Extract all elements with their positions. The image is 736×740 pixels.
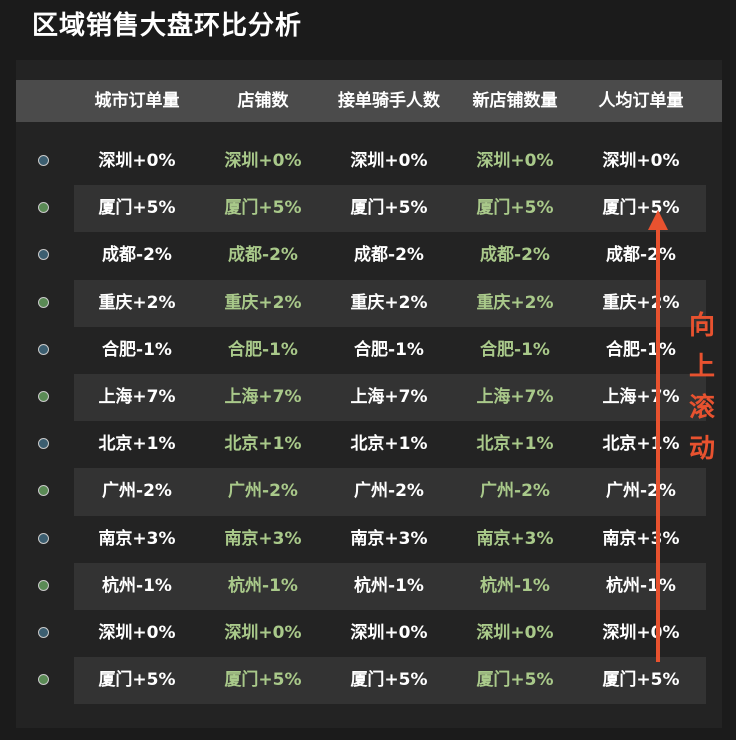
cell-city-orders: 北京+1%: [98, 434, 176, 455]
cell-new-stores: 厦门+5%: [476, 198, 554, 219]
cell-store-count: 南京+3%: [224, 528, 302, 549]
annotation-char: 动: [688, 434, 715, 464]
cell-city-orders: 上海+7%: [98, 386, 176, 407]
annotation-char: 上: [688, 352, 715, 382]
cell-store-count: 厦门+5%: [224, 670, 302, 691]
cell-rider-count: 合肥-1%: [354, 339, 424, 360]
cell-rider-count: 广州-2%: [354, 481, 424, 502]
cell-orders-per-capita: 深圳+0%: [602, 622, 680, 643]
status-dot-icon: [38, 390, 49, 402]
status-dot-icon: [38, 343, 49, 355]
cell-new-stores: 成都-2%: [480, 245, 550, 266]
cell-store-count: 上海+7%: [224, 386, 302, 407]
cell-city-orders: 深圳+0%: [98, 151, 176, 171]
column-header-new-stores[interactable]: 新店铺数量: [452, 80, 578, 122]
status-dot-icon: [38, 626, 49, 638]
data-table-panel[interactable]: 城市订单量 店铺数 接单骑手人数 新店铺数量 人均订单量 深圳+0% 深圳+0% 深…: [16, 60, 722, 728]
cell-city-orders: 杭州-1%: [102, 575, 172, 596]
cell-rider-count: 南京+3%: [350, 528, 428, 549]
table-header: 城市订单量 店铺数 接单骑手人数 新店铺数量 人均订单量: [16, 80, 722, 122]
cell-rider-count: 厦门+5%: [350, 670, 428, 691]
status-dot-icon: [38, 155, 49, 166]
status-dot-icon: [38, 485, 49, 497]
cell-store-count: 成都-2%: [228, 245, 298, 266]
cell-store-count: 北京+1%: [224, 434, 302, 455]
status-dot-icon: [38, 579, 49, 591]
cell-orders-per-capita: 成都-2%: [606, 245, 676, 266]
cell-rider-count: 重庆+2%: [350, 292, 428, 313]
cell-rider-count: 杭州-1%: [354, 575, 424, 596]
table-row[interactable]: 厦门+5% 厦门+5% 厦门+5% 厦门+5% 厦门+5%: [16, 657, 722, 705]
cell-rider-count: 成都-2%: [354, 245, 424, 266]
table-row[interactable]: 上海+7% 上海+7% 上海+7% 上海+7% 上海+7%: [16, 373, 722, 422]
cell-city-orders: 南京+3%: [98, 528, 176, 549]
scroll-up-arrow-icon: [648, 210, 668, 662]
cell-store-count: 广州-2%: [228, 481, 298, 502]
cell-city-orders: 深圳+0%: [98, 622, 176, 643]
status-dot-icon: [38, 532, 49, 544]
cell-new-stores: 合肥-1%: [480, 339, 550, 360]
table-row[interactable]: 深圳+0% 深圳+0% 深圳+0% 深圳+0% 深圳+0%: [16, 610, 722, 657]
cell-new-stores: 重庆+2%: [476, 292, 554, 313]
table-row[interactable]: 成都-2% 成都-2% 成都-2% 成都-2% 成都-2%: [16, 232, 722, 279]
cell-orders-per-capita: 广州-2%: [606, 481, 676, 502]
column-header-rider-count[interactable]: 接单骑手人数: [326, 80, 452, 122]
cell-orders-per-capita: 南京+3%: [602, 528, 680, 549]
column-header-orders-per-capita[interactable]: 人均订单量: [578, 80, 704, 122]
status-dot-icon: [38, 438, 49, 450]
table-row[interactable]: 深圳+0% 深圳+0% 深圳+0% 深圳+0% 深圳+0%: [16, 138, 722, 185]
table-row[interactable]: 厦门+5% 厦门+5% 厦门+5% 厦门+5% 厦门+5%: [16, 185, 722, 233]
cell-orders-per-capita: 深圳+0%: [602, 151, 680, 171]
table-row[interactable]: 北京+1% 北京+1% 北京+1% 北京+1% 北京+1%: [16, 421, 722, 468]
column-header-store-count[interactable]: 店铺数: [200, 80, 326, 122]
page-title: 区域销售大盘环比分析: [32, 11, 303, 41]
annotation-char: 向: [688, 311, 715, 341]
table-row[interactable]: 杭州-1% 杭州-1% 杭州-1% 杭州-1% 杭州-1%: [16, 562, 722, 610]
table-row[interactable]: 重庆+2% 重庆+2% 重庆+2% 重庆+2% 重庆+2%: [16, 279, 722, 327]
table-row[interactable]: 南京+3% 南京+3% 南京+3% 南京+3% 南京+3%: [16, 516, 722, 563]
cell-store-count: 杭州-1%: [228, 575, 298, 596]
cell-city-orders: 重庆+2%: [98, 292, 176, 313]
cell-city-orders: 厦门+5%: [98, 198, 176, 219]
cell-store-count: 重庆+2%: [224, 292, 302, 313]
cell-rider-count: 深圳+0%: [350, 151, 428, 171]
cell-city-orders: 成都-2%: [102, 245, 172, 266]
cell-orders-per-capita: 厦门+5%: [602, 670, 680, 691]
table-body[interactable]: 深圳+0% 深圳+0% 深圳+0% 深圳+0% 深圳+0% 厦门+5% 厦门+5% 厦门+5%…: [16, 138, 722, 705]
cell-store-count: 合肥-1%: [228, 339, 298, 360]
dashboard-page: 区域销售大盘环比分析 城市订单量 店铺数 接单骑手人数 新店铺数量 人均订单量 …: [0, 0, 736, 740]
cell-rider-count: 厦门+5%: [350, 198, 428, 219]
cell-orders-per-capita: 杭州-1%: [606, 575, 676, 596]
table-row[interactable]: 合肥-1% 合肥-1% 合肥-1% 合肥-1% 合肥-1%: [16, 327, 722, 374]
cell-rider-count: 北京+1%: [350, 434, 428, 455]
status-dot-icon: [38, 674, 49, 686]
cell-rider-count: 上海+7%: [350, 386, 428, 407]
cell-store-count: 深圳+0%: [224, 151, 302, 171]
cell-new-stores: 上海+7%: [476, 386, 554, 407]
status-dot-icon: [38, 296, 49, 308]
status-dot-icon: [38, 202, 49, 214]
cell-store-count: 厦门+5%: [224, 198, 302, 219]
cell-new-stores: 杭州-1%: [480, 575, 550, 596]
column-header-city-orders[interactable]: 城市订单量: [74, 80, 200, 122]
cell-new-stores: 厦门+5%: [476, 670, 554, 691]
annotation-char: 滚: [688, 393, 715, 423]
status-dot-icon: [38, 249, 49, 261]
cell-new-stores: 广州-2%: [480, 481, 550, 502]
cell-city-orders: 合肥-1%: [102, 339, 172, 360]
cell-store-count: 深圳+0%: [224, 622, 302, 643]
cell-new-stores: 北京+1%: [476, 434, 554, 455]
cell-new-stores: 南京+3%: [476, 528, 554, 549]
cell-city-orders: 广州-2%: [102, 481, 172, 502]
cell-city-orders: 厦门+5%: [98, 670, 176, 691]
table-row[interactable]: 广州-2% 广州-2% 广州-2% 广州-2% 广州-2%: [16, 468, 722, 516]
cell-new-stores: 深圳+0%: [476, 151, 554, 171]
cell-new-stores: 深圳+0%: [476, 622, 554, 643]
scroll-up-annotation: 向 上 滚 动: [686, 306, 718, 470]
cell-rider-count: 深圳+0%: [350, 622, 428, 643]
cell-orders-per-capita: 厦门+5%: [602, 198, 680, 219]
